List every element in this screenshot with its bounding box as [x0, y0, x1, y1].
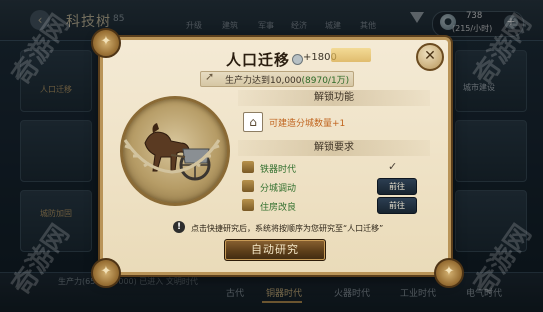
check-icon: ✓	[388, 160, 398, 173]
auto-research-button[interactable]: 自动研究	[224, 239, 326, 261]
requirement-label: 住房改良	[260, 203, 297, 213]
tech-detail-dialog: ✦ ✦ ✦ 人口迁移 +1800 ✕ ➚ 生产力达到10,000(8970/1万…	[91, 28, 464, 288]
tech-icon	[242, 180, 254, 192]
tech-icon	[242, 199, 254, 211]
game-screen: ‹ 科技树 85 升级 建筑 军事 经济 城建 其他 ● 738 (215/小时…	[0, 0, 543, 312]
requirement-text: 生产力达到10,000(8970/1万)	[225, 73, 349, 86]
requirement-label: 铁器时代	[260, 165, 297, 175]
city-building-icon: ⌂	[243, 112, 263, 132]
go-button[interactable]: 前往	[377, 178, 417, 195]
close-button[interactable]: ✕	[416, 43, 444, 71]
info-icon: !	[173, 221, 185, 233]
coin-icon	[292, 54, 303, 65]
corner-ornament-icon: ✦	[91, 28, 121, 58]
go-button[interactable]: 前往	[377, 197, 417, 214]
laurel-icon	[123, 139, 221, 174]
requirements-section-header: 解锁要求	[238, 140, 430, 156]
dialog-title: 人口迁移	[226, 51, 291, 69]
unlock-section-header: 解锁功能	[238, 90, 430, 106]
tip-text: 点击快捷研究后，系统将按顺序为您研究至“人口迁移”	[191, 224, 384, 233]
ribbon-decoration	[331, 48, 371, 62]
arrow-icon: ➚	[205, 70, 215, 83]
requirement-label: 生产力达到10,000	[225, 76, 302, 86]
requirement-label: 分城调动	[260, 184, 297, 194]
requirement-row: 分城调动 前往	[242, 178, 430, 195]
corner-ornament-icon: ✦	[434, 258, 464, 288]
corner-ornament-icon: ✦	[91, 258, 121, 288]
requirement-row: 铁器时代 ✓	[242, 159, 430, 176]
requirement-row: 住房改良 前往	[242, 197, 430, 214]
unlock-item: 可建造分城数量+1	[269, 119, 346, 129]
tech-icon	[242, 161, 254, 173]
requirement-progress: (8970/1万)	[301, 76, 350, 86]
